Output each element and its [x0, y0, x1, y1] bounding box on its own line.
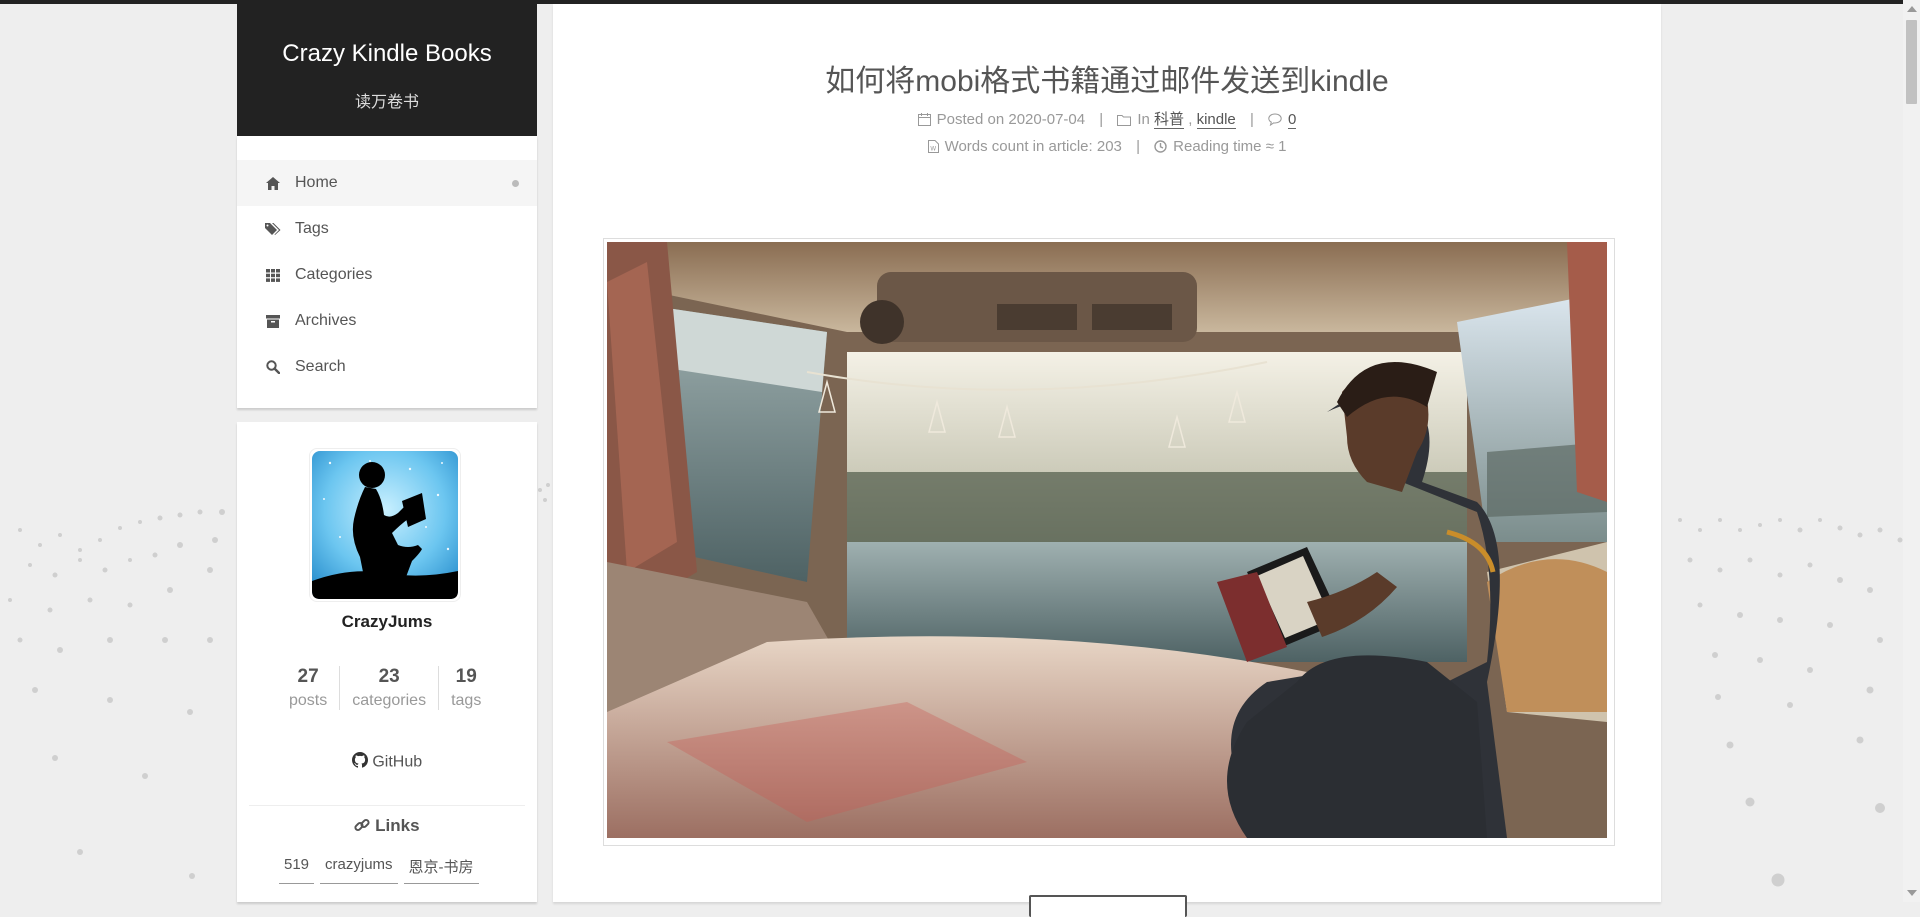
- stat-value: 19: [455, 666, 477, 687]
- reading-time: 1: [1278, 138, 1287, 155]
- read-more-button[interactable]: [1029, 895, 1187, 917]
- post-wordcount-meta: W Words count in article: 203 | Reading …: [553, 138, 1661, 157]
- friend-link[interactable]: 恩京-书房: [403, 856, 479, 884]
- clock-icon: [1154, 140, 1167, 157]
- comment-count[interactable]: 0: [1288, 111, 1297, 129]
- scroll-down-icon[interactable]: [1907, 890, 1917, 896]
- github-label: GitHub: [372, 753, 423, 771]
- author-name: CrazyJums: [341, 612, 433, 631]
- folder-icon: [1117, 113, 1132, 130]
- words-label: Words count in article:: [944, 138, 1093, 155]
- stat-value: 27: [297, 666, 319, 687]
- stat-posts[interactable]: 27 posts: [277, 666, 339, 710]
- home-icon: [265, 175, 281, 191]
- calendar-icon: [917, 113, 931, 130]
- post-meta: Posted on 2020-07-04 | In 科普 , kindle | …: [553, 108, 1661, 130]
- post-featured-image[interactable]: [603, 238, 1615, 846]
- kindle-reader-logo-icon: [312, 451, 458, 599]
- stat-label: tags: [451, 692, 482, 709]
- search-icon: [265, 359, 281, 375]
- grid-icon: [265, 267, 281, 283]
- menu-item-archives[interactable]: Archives: [237, 298, 537, 344]
- post-container: 如何将mobi格式书籍通过邮件发送到kindle Posted on 2020-…: [553, 4, 1661, 917]
- github-link[interactable]: GitHub: [237, 752, 537, 773]
- site-brand-header: Crazy Kindle Books 读万卷书: [237, 4, 537, 136]
- scroll-thumb[interactable]: [1906, 20, 1917, 104]
- menu-item-tags[interactable]: Tags: [237, 206, 537, 252]
- site-subtitle: 读万卷书: [354, 94, 419, 111]
- links-heading: Links: [237, 816, 537, 836]
- page-scrollbar[interactable]: [1903, 0, 1920, 902]
- stat-label: posts: [289, 692, 328, 709]
- section-divider: [249, 805, 525, 806]
- author-profile-card: CrazyJums 27 posts 23 categories 19 tags…: [237, 422, 537, 902]
- menu-item-label: Categories: [295, 266, 373, 283]
- stat-categories[interactable]: 23 categories: [339, 666, 438, 710]
- menu-item-search[interactable]: Search: [237, 344, 537, 390]
- archive-icon: [265, 313, 281, 329]
- reading-label: Reading time ≈: [1173, 138, 1274, 155]
- avatar: [309, 448, 461, 602]
- active-indicator-dot: [512, 179, 519, 187]
- man-reading-kindle-in-van-photo: [607, 242, 1607, 838]
- tags-icon: [265, 221, 281, 237]
- post-date: 2020-07-04: [1008, 111, 1086, 128]
- friend-links: 519 crazyjums 恩京-书房: [279, 856, 479, 884]
- site-title[interactable]: Crazy Kindle Books: [237, 40, 537, 68]
- menu-item-home[interactable]: Home: [237, 160, 537, 206]
- menu-item-categories[interactable]: Categories: [237, 252, 537, 298]
- scroll-up-icon[interactable]: [1907, 6, 1917, 12]
- site-stats: 27 posts 23 categories 19 tags: [277, 666, 493, 710]
- post-title[interactable]: 如何将mobi格式书籍通过邮件发送到kindle: [553, 56, 1661, 100]
- comment-icon: [1268, 113, 1282, 130]
- menu-item-label: Home: [295, 174, 338, 191]
- github-icon: [351, 752, 372, 772]
- file-word-icon: W: [927, 140, 939, 157]
- menu-item-label: Tags: [295, 220, 329, 237]
- category-link[interactable]: 科普: [1154, 111, 1185, 129]
- menu-item-label: Archives: [295, 312, 357, 329]
- stat-tags[interactable]: 19 tags: [438, 666, 493, 710]
- posted-label: Posted on: [936, 111, 1005, 128]
- friend-link[interactable]: 519: [279, 856, 315, 884]
- sidebar-menu: Home Tags Categories Archives Search: [237, 136, 537, 408]
- in-label: In: [1137, 111, 1150, 128]
- stat-value: 23: [378, 666, 400, 687]
- svg-text:W: W: [930, 146, 936, 153]
- friend-link[interactable]: crazyjums: [320, 856, 398, 884]
- stat-label: categories: [352, 692, 427, 709]
- menu-item-label: Search: [295, 358, 346, 375]
- category-link[interactable]: kindle: [1196, 111, 1236, 129]
- links-title: Links: [375, 816, 420, 835]
- link-icon: [354, 816, 375, 835]
- words-count: 203: [1096, 138, 1122, 155]
